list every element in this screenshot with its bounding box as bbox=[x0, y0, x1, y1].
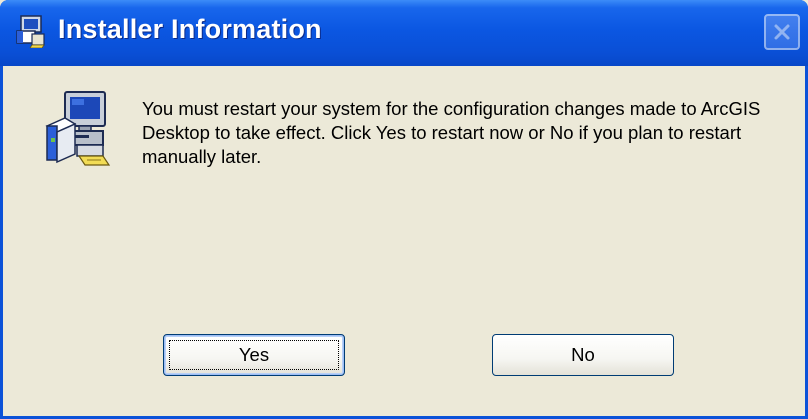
yes-button[interactable]: Yes bbox=[163, 334, 345, 376]
window-title: Installer Information bbox=[58, 14, 322, 44]
no-button-label: No bbox=[571, 344, 595, 365]
yes-button-label: Yes bbox=[238, 344, 270, 365]
dialog-message: You must restart your system for the con… bbox=[142, 98, 761, 167]
dialog-body: You must restart your system for the con… bbox=[3, 66, 805, 416]
installer-icon bbox=[12, 14, 46, 49]
close-button[interactable] bbox=[764, 14, 800, 50]
title-bar[interactable]: Installer Information bbox=[0, 0, 808, 66]
computer-installer-icon bbox=[43, 88, 113, 168]
no-button[interactable]: No bbox=[492, 334, 674, 376]
close-icon bbox=[774, 24, 790, 40]
installer-information-window: Installer Information You must restart y… bbox=[0, 0, 808, 419]
